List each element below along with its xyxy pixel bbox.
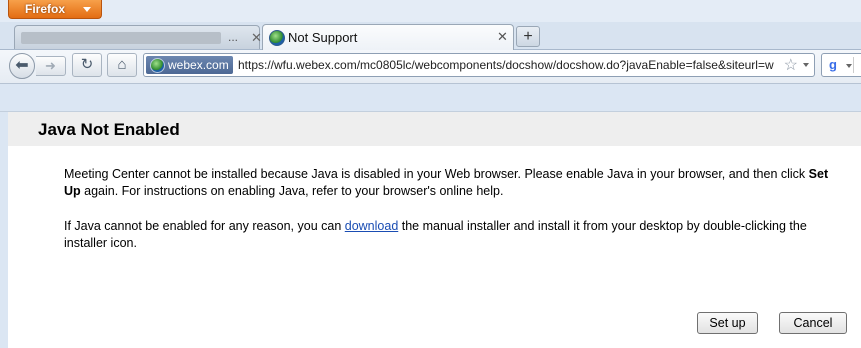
tab-title: Not Support [288, 30, 358, 45]
address-bar[interactable]: webex.com https://wfu.webex.com/mc0805lc… [143, 53, 815, 77]
bookmark-star-icon[interactable]: ☆ [784, 55, 798, 75]
cancel-button[interactable]: Cancel [779, 312, 847, 334]
globe-icon [269, 30, 285, 46]
back-button[interactable]: ⬅ [9, 53, 35, 79]
chevron-down-icon [83, 7, 91, 12]
close-tab-icon[interactable]: ✕ [497, 29, 508, 45]
divider [853, 57, 854, 73]
tab-strip: ... ✕ Not Support ✕ + [0, 22, 861, 50]
message-text: Meeting Center cannot be installed becau… [64, 167, 809, 181]
download-text: If Java cannot be enabled for any reason… [64, 219, 345, 233]
close-tab-icon[interactable]: ✕ [251, 30, 262, 46]
tab-blurred[interactable]: ... ✕ [14, 25, 262, 49]
history-dropdown-icon[interactable] [803, 63, 809, 67]
firefox-menu-label: Firefox [25, 2, 66, 16]
toolbar-spacer [0, 84, 861, 112]
blurred-tab-title [21, 32, 221, 44]
search-engine-dropdown-icon[interactable] [846, 64, 852, 68]
back-forward-group: ➜ ⬅ [9, 53, 66, 79]
tab-title-ellipsis: ... [228, 30, 239, 44]
site-identity-button[interactable]: webex.com [146, 56, 233, 74]
new-tab-button[interactable]: + [516, 26, 540, 47]
window-left-edge [0, 112, 8, 348]
download-message: If Java cannot be enabled for any reason… [64, 218, 844, 252]
google-icon[interactable]: g [825, 57, 841, 73]
firefox-menu-button[interactable]: Firefox [8, 0, 102, 19]
reload-button[interactable]: ↻ [72, 53, 102, 77]
page-title: Java Not Enabled [38, 120, 180, 139]
tab-not-support[interactable]: Not Support ✕ [262, 24, 514, 50]
java-disabled-message: Meeting Center cannot be installed becau… [64, 166, 844, 200]
site-identity-label: webex.com [168, 58, 229, 72]
forward-button[interactable]: ➜ [36, 56, 66, 76]
setup-button[interactable]: Set up [697, 312, 758, 334]
navigation-toolbar: ➜ ⬅ ↻ ⌂ webex.com https://wfu.webex.com/… [0, 50, 861, 84]
home-button[interactable]: ⌂ [107, 53, 137, 77]
search-box[interactable]: g [821, 53, 861, 77]
message-text-cont: again. For instructions on enabling Java… [80, 184, 504, 198]
download-link[interactable]: download [345, 219, 399, 233]
window-titlebar: Firefox [0, 0, 861, 22]
heading-band: Java Not Enabled [8, 112, 861, 146]
url-text[interactable]: https://wfu.webex.com/mc0805lc/webcompon… [238, 58, 774, 72]
page-content: Java Not Enabled Meeting Center cannot b… [8, 112, 861, 348]
globe-icon [150, 58, 165, 73]
